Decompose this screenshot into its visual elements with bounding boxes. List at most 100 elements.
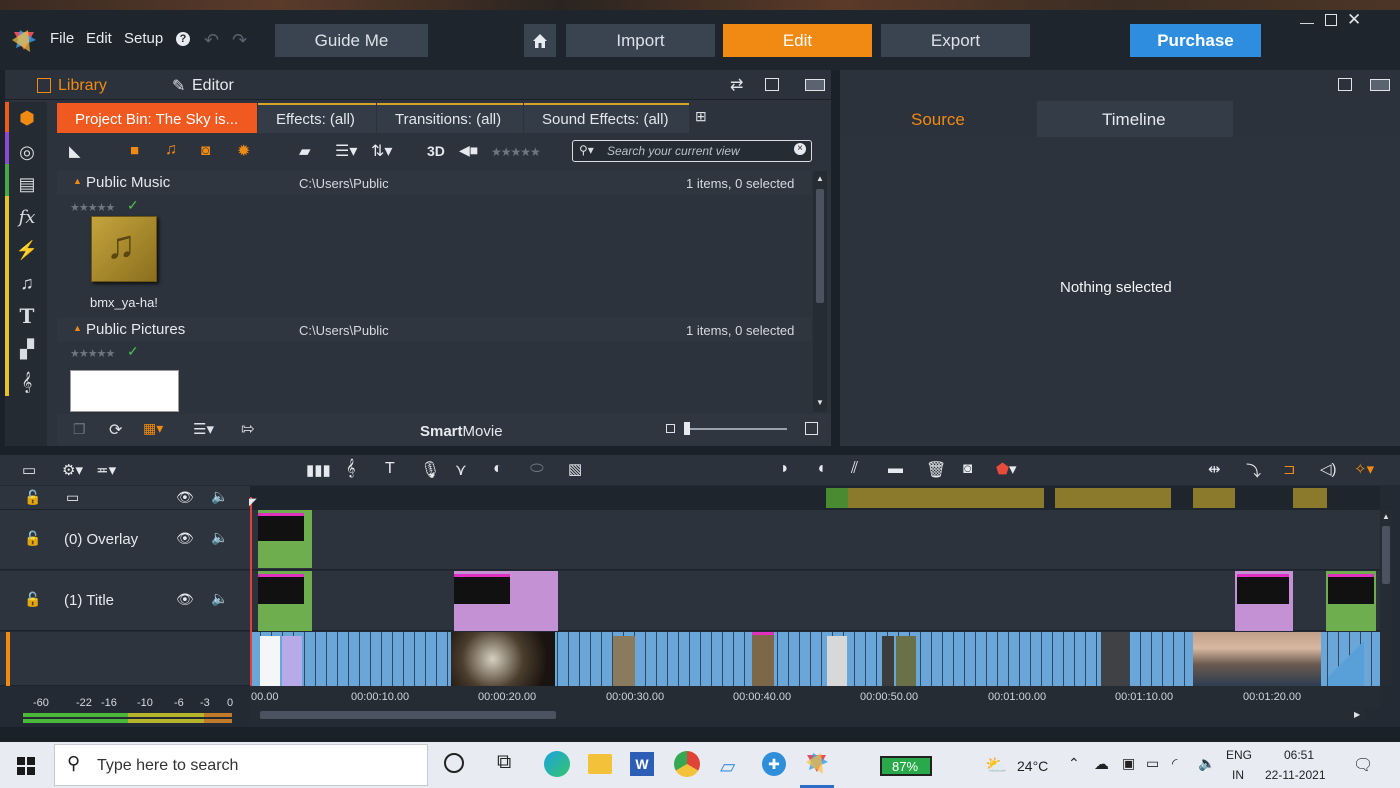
rating-filter-stars[interactable]: ★★★★★ (491, 145, 541, 159)
title-text-icon[interactable]: T (17, 304, 37, 328)
guide-me-button[interactable]: Guide Me (275, 24, 428, 57)
delete-icon[interactable]: 🗑 (926, 460, 946, 480)
transition-bolt-icon[interactable]: ⚡ (16, 240, 38, 260)
library-scrollbar[interactable]: ▲ ▼ (813, 171, 827, 412)
timeline-h-scrollbar[interactable] (250, 709, 1365, 721)
link-icon[interactable]: ⬭ (530, 460, 544, 478)
audio-filter-icon[interactable]: ♫ (165, 141, 177, 159)
grid-view-icon[interactable]: ▦▾ (143, 420, 163, 437)
smartmovie-button[interactable]: SmartMovie (420, 423, 503, 440)
search-field[interactable]: ⚲▾ Search your current view × (572, 140, 812, 162)
eye-icon[interactable]: 👁 (176, 489, 194, 506)
speaker-icon[interactable]: 🔈 (211, 488, 228, 505)
player-layout-icon[interactable] (1370, 79, 1390, 91)
chrome-icon[interactable] (674, 751, 700, 777)
clock-date[interactable]: 22-11-2021 (1265, 768, 1326, 782)
eye-icon[interactable]: 👁 (176, 591, 194, 608)
add-to-bin-icon[interactable]: ◣ (69, 142, 81, 160)
tab-library[interactable]: Library (58, 77, 107, 95)
scroll-thumb[interactable] (816, 189, 824, 303)
detach-icon[interactable] (765, 78, 779, 91)
detach-player-icon[interactable] (1338, 78, 1352, 91)
tray-app-icon[interactable]: ▣ (1122, 755, 1135, 772)
undo-icon[interactable]: ↶ (204, 30, 219, 51)
tag-icon[interactable]: ◀■ (459, 142, 478, 159)
copy-icon[interactable]: ❐ (73, 421, 86, 438)
onedrive-icon[interactable]: ☁ (1094, 755, 1109, 773)
scroll-up-icon[interactable]: ▲ (816, 174, 824, 183)
playhead-handle-icon[interactable]: ◤ (249, 497, 257, 508)
video-filter-icon[interactable]: ■ (130, 142, 139, 159)
video-clip[interactable] (882, 636, 894, 686)
menu-setup[interactable]: Setup (124, 30, 163, 47)
battery-indicator[interactable]: 87% (880, 756, 932, 776)
overlay-clip[interactable] (258, 510, 312, 568)
lock-icon[interactable]: 🔓 (24, 591, 41, 608)
edit-button[interactable]: Edit (723, 24, 872, 57)
3d-filter-button[interactable]: 3D (427, 143, 445, 159)
help-icon[interactable]: ? (176, 32, 190, 46)
notification-icon[interactable]: 🗨 (1353, 755, 1373, 775)
devices-icon[interactable]: ▱ (720, 754, 735, 779)
audio-mixer-icon[interactable]: ▮▮▮ (306, 461, 331, 479)
tab-effects[interactable]: Effects: (all) (258, 103, 376, 133)
magnet-icon[interactable]: ⊐ (1283, 460, 1296, 478)
video-clip[interactable] (1101, 632, 1129, 686)
video-clip[interactable] (752, 632, 774, 686)
item-rating-stars[interactable]: ★★★★★ (70, 347, 115, 360)
paint-icon[interactable]: ✚ (762, 752, 786, 776)
project-filter-icon[interactable]: ✹ (237, 141, 250, 161)
speaker-icon[interactable]: 🔈 (211, 590, 228, 607)
scroll-down-icon[interactable]: ▼ (816, 398, 824, 407)
playhead[interactable] (250, 497, 252, 687)
scorefitter-icon[interactable]: 𝄞 (346, 460, 355, 478)
insert-mode-icon[interactable]: ⤵ (1246, 460, 1261, 481)
temperature[interactable]: 24°C (1017, 758, 1048, 774)
fx-icon[interactable]: fx (17, 207, 37, 228)
title-clip[interactable] (454, 571, 558, 631)
video-clip-lake[interactable] (1193, 632, 1321, 686)
maximize-icon[interactable] (1325, 14, 1337, 26)
menu-lines-icon[interactable]: ☰▾ (193, 420, 214, 438)
time-ruler[interactable] (250, 686, 1380, 708)
edge-browser-icon[interactable] (544, 751, 570, 777)
video-clip-white[interactable] (260, 636, 280, 686)
swap-panels-icon[interactable]: ⇄ (730, 75, 743, 95)
video-clip[interactable] (827, 636, 847, 686)
file-explorer-icon[interactable] (588, 754, 612, 774)
clock-time[interactable]: 06:51 (1284, 748, 1314, 762)
track-header-icon[interactable]: ▭ (22, 461, 36, 479)
score-clef-icon[interactable]: 𝄞 (17, 372, 37, 392)
picture-thumbnail[interactable] (70, 370, 179, 412)
menu-edit[interactable]: Edit (86, 30, 112, 47)
battery-tray-icon[interactable]: ▭ (1146, 755, 1159, 772)
sort-icon[interactable]: ⇅▾ (371, 141, 392, 161)
motion-icon[interactable]: ▧ (568, 460, 582, 478)
lock-icon[interactable]: 🔓 (24, 530, 41, 547)
smart-editing-icon[interactable]: ✧▾ (1354, 460, 1374, 478)
scroll-right-icon[interactable]: ▶ (1354, 710, 1360, 719)
title-clip[interactable] (1326, 571, 1376, 631)
tab-source[interactable]: Source (840, 101, 1036, 137)
collections-icon[interactable]: ▤ (17, 174, 37, 194)
photo-filter-icon[interactable]: ◙ (201, 142, 210, 159)
timeline-v-scrollbar[interactable]: ▲ (1380, 510, 1392, 686)
minimize-icon[interactable]: — (1300, 14, 1314, 30)
project-bin-icon[interactable]: ⬢ (17, 108, 37, 128)
search-input[interactable]: Search your current view (607, 144, 740, 158)
marker-out-icon[interactable]: ◖ (816, 460, 826, 478)
speaker-icon[interactable]: 🔈 (211, 529, 228, 546)
volume-icon[interactable]: 🔈 (1198, 755, 1215, 772)
pinnacle-taskbar-icon[interactable] (804, 751, 830, 777)
clear-search-icon[interactable]: × (794, 143, 806, 155)
windows-start-icon[interactable] (17, 757, 35, 775)
taskbar-search-input[interactable]: Type here to search (97, 757, 238, 775)
thumb-size-handle[interactable] (684, 422, 690, 435)
tray-chevron-icon[interactable]: ⌃ (1068, 755, 1080, 772)
taskbar-search-box[interactable]: ⚲ Type here to search (54, 744, 428, 786)
video-clip[interactable] (613, 636, 635, 686)
purchase-button[interactable]: Purchase (1130, 24, 1261, 57)
home-button[interactable] (524, 24, 556, 57)
group-header-pictures[interactable]: ▲ Public Pictures C:\Users\Public 1 item… (57, 318, 811, 342)
collapse-arrow-icon[interactable]: ▲ (73, 176, 82, 186)
